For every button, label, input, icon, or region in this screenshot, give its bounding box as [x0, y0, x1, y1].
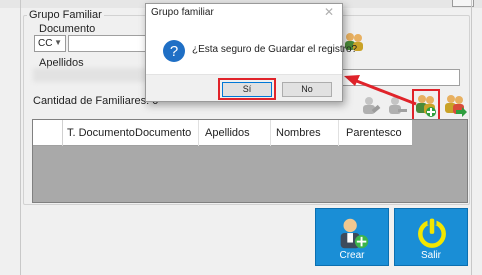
dialog-footer: Sí No [146, 74, 342, 101]
family-grid[interactable]: T. Documento Documento Apellidos Nombres… [32, 119, 468, 203]
svg-text:?: ? [170, 43, 178, 60]
add-user-icon [340, 218, 369, 249]
dialog-message: ¿Esta seguro de Guardar el registro? [192, 44, 358, 55]
question-icon: ? [163, 40, 185, 62]
close-icon[interactable]: ✕ [324, 5, 334, 19]
documento-label: Documento [39, 23, 96, 35]
yes-button[interactable]: Sí [222, 82, 272, 97]
grid-corner-cell [33, 120, 63, 146]
next-family-icon[interactable] [443, 92, 467, 118]
doc-type-select[interactable]: CC ▼ [34, 35, 66, 52]
cantidad-familiares-label: Cantidad de Familiares: 0 [33, 95, 159, 107]
confirm-dialog: Grupo familiar ✕ ? ¿Esta seguro de Guard… [145, 3, 357, 102]
group-title: Grupo Familiar [27, 9, 104, 21]
col-header-documento[interactable]: Documento [135, 127, 191, 139]
col-header-nombres[interactable]: Nombres [276, 127, 321, 139]
col-header-parentesco[interactable]: Parentesco [346, 127, 402, 139]
dialog-title: Grupo familiar [151, 7, 214, 18]
grid-header-row: T. Documento Documento Apellidos Nombres… [33, 120, 412, 146]
power-icon [418, 217, 446, 248]
crear-label: Crear [339, 250, 365, 261]
col-header-t-documento[interactable]: T. Documento [67, 127, 135, 139]
crear-button[interactable]: Crear [315, 208, 389, 266]
doc-type-value: CC [38, 38, 53, 49]
annotation-arrow [344, 75, 417, 106]
salir-button[interactable]: Salir [394, 208, 468, 266]
chevron-down-icon: ▼ [54, 38, 62, 47]
salir-label: Salir [420, 250, 441, 261]
no-button[interactable]: No [282, 82, 332, 97]
col-header-apellidos[interactable]: Apellidos [205, 127, 250, 139]
documento-input[interactable] [68, 35, 148, 52]
